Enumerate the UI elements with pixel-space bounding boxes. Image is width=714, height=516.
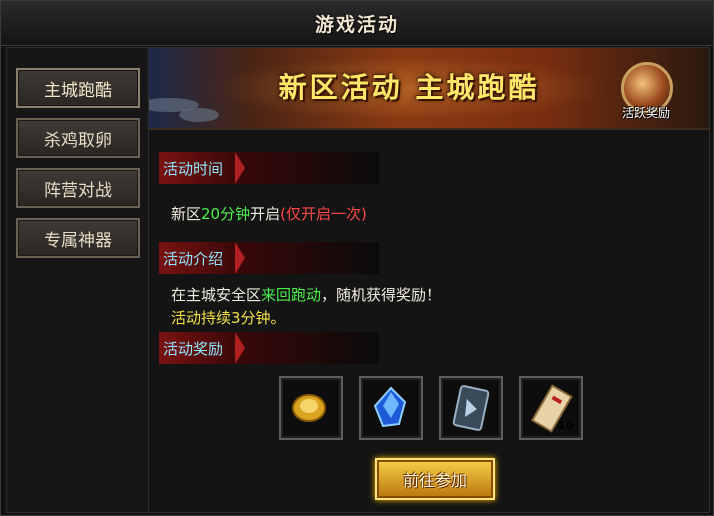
window-title: 游戏活动	[314, 13, 399, 36]
reward-slot-1[interactable]	[279, 376, 343, 440]
activity-duration-text: 活动持续3分钟。	[171, 309, 286, 327]
activity-sidebar: 主城跑酷 杀鸡取卵 阵营对战 专属神器	[6, 47, 149, 513]
activity-detail-panel: 新区活动 主城跑酷 活跃奖励 活动时间 新区20分钟开启(仅开启一次) 活动介绍…	[148, 47, 710, 513]
text-segment: 新区	[171, 205, 202, 223]
sidebar-item-label: 主城跑酷	[44, 80, 112, 101]
text-segment: 开启	[250, 205, 281, 223]
title-bar: 游戏活动	[1, 1, 713, 46]
activity-banner: 新区活动 主城跑酷 活跃奖励	[149, 48, 709, 130]
activity-window: 游戏活动 主城跑酷 杀鸡取卵 阵营对战 专属神器 新区活动 主城跑酷 活跃奖励 …	[0, 0, 714, 516]
reward-slot-3[interactable]	[439, 376, 503, 440]
section-header-label: 活动介绍	[163, 250, 224, 268]
sidebar-item-label: 专属神器	[44, 230, 112, 251]
join-button[interactable]: 前往参加	[375, 458, 495, 500]
banner-title: 新区活动 主城跑酷	[278, 71, 540, 104]
sidebar-item-label: 杀鸡取卵	[44, 130, 112, 151]
blue-crystal-icon	[373, 386, 407, 428]
header-arrow-icon	[235, 332, 245, 364]
skill-card-icon	[452, 385, 490, 431]
sidebar-item-exclusive-artifact[interactable]: 专属神器	[16, 218, 140, 258]
sidebar-item-kill-chicken[interactable]: 杀鸡取卵	[16, 118, 140, 158]
sidebar-item-faction-battle[interactable]: 阵营对战	[16, 168, 140, 208]
sidebar-item-city-parkour[interactable]: 主城跑酷	[16, 68, 140, 108]
header-arrow-icon	[235, 242, 245, 274]
text-segment: 20分钟	[201, 205, 251, 223]
text-segment: 来回跑动	[261, 286, 322, 304]
gold-coin-icon	[292, 394, 326, 422]
reward-count: 10	[557, 419, 573, 432]
header-arrow-icon	[235, 152, 245, 184]
section-header-intro: 活动介绍	[159, 242, 379, 274]
sidebar-item-label: 阵营对战	[44, 180, 112, 201]
section-header-time: 活动时间	[159, 152, 379, 184]
reward-slot-2[interactable]	[359, 376, 423, 440]
activity-intro-text: 在主城安全区来回跑动，随机获得奖励！	[171, 284, 441, 305]
section-header-label: 活动奖励	[163, 340, 224, 358]
text-segment: 在主城安全区	[171, 286, 262, 304]
section-header-rewards: 活动奖励	[159, 332, 379, 364]
section-header-label: 活动时间	[163, 160, 224, 178]
activity-reward-label[interactable]: 活跃奖励	[611, 104, 681, 121]
activity-time-text: 新区20分钟开启(仅开启一次)	[171, 203, 367, 224]
text-segment: ，随机获得奖励！	[321, 286, 442, 304]
reward-slot-4[interactable]: 10	[519, 376, 583, 440]
join-button-label: 前往参加	[402, 471, 467, 490]
text-segment: (仅开启一次)	[280, 205, 367, 223]
